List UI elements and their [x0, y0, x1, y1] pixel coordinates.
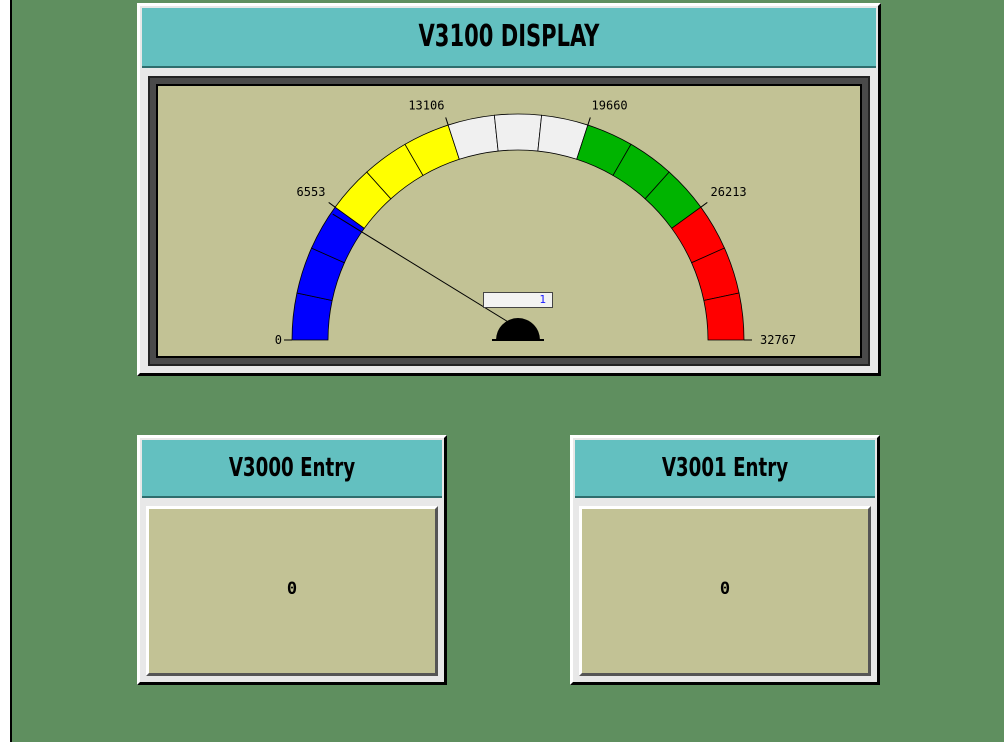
- v3001-title: V3001 Entry: [661, 453, 789, 483]
- display-title-bar: V3100 DISPLAY: [142, 8, 876, 68]
- gauge-tick-label: 32767: [760, 333, 796, 347]
- gauge-hub: [496, 318, 540, 340]
- v3100-display-panel: V3100 DISPLAY 0 6553 13106 19660 26213 32767 …: [137, 3, 881, 376]
- v3000-title: V3000 Entry: [228, 453, 356, 483]
- gauge-tick-label: 13106: [408, 99, 444, 113]
- gauge-tick-label: 0: [275, 333, 282, 347]
- v3001-entry-field[interactable]: 0: [579, 506, 871, 676]
- gauge-readout: 1: [483, 292, 553, 308]
- gauge-tick: [587, 117, 591, 126]
- gauge-tick-label: 6553: [297, 185, 326, 199]
- v3000-value: 0: [286, 579, 298, 599]
- v3001-value: 0: [719, 579, 731, 599]
- gauge-tick-label: 26213: [711, 185, 747, 199]
- gauge-needle: [332, 213, 519, 329]
- gauge-band-segment: [703, 292, 745, 341]
- gauge-band-segment: [493, 113, 543, 152]
- gauge-meter: 0 6553 13106 19660 26213 32767: [275, 99, 796, 347]
- gauge-tick: [445, 117, 449, 126]
- gauge-band-segment: [291, 292, 333, 341]
- gauge-tick: [328, 202, 336, 208]
- v3001-title-bar: V3001 Entry: [575, 440, 875, 498]
- v3000-entry-panel: V3000 Entry 0: [137, 435, 447, 685]
- v3001-entry-panel: V3001 Entry 0: [570, 435, 880, 685]
- gauge-tick-label: 19660: [592, 99, 628, 113]
- v3000-entry-field[interactable]: 0: [146, 506, 438, 676]
- gauge-tick: [700, 202, 708, 208]
- gauge-frame: 0 6553 13106 19660 26213 32767 1: [148, 76, 870, 366]
- hmi-screen: V3100 DISPLAY 0 6553 13106 19660 26213 32767 …: [10, 0, 1004, 742]
- display-title: V3100 DISPLAY: [418, 19, 600, 54]
- gauge-face: 0 6553 13106 19660 26213 32767 1: [156, 84, 862, 358]
- v3000-title-bar: V3000 Entry: [142, 440, 442, 498]
